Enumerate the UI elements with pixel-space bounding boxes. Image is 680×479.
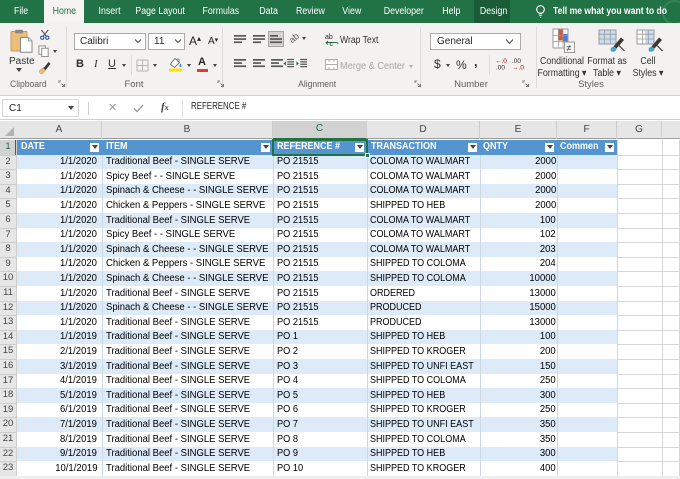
svg-text:.00: .00: [496, 65, 505, 71]
svg-text:→.0: →.0: [512, 65, 524, 71]
svg-text:ab: ab: [325, 34, 333, 41]
svg-text:c: c: [330, 41, 334, 46]
svg-text:≠: ≠: [567, 43, 572, 53]
